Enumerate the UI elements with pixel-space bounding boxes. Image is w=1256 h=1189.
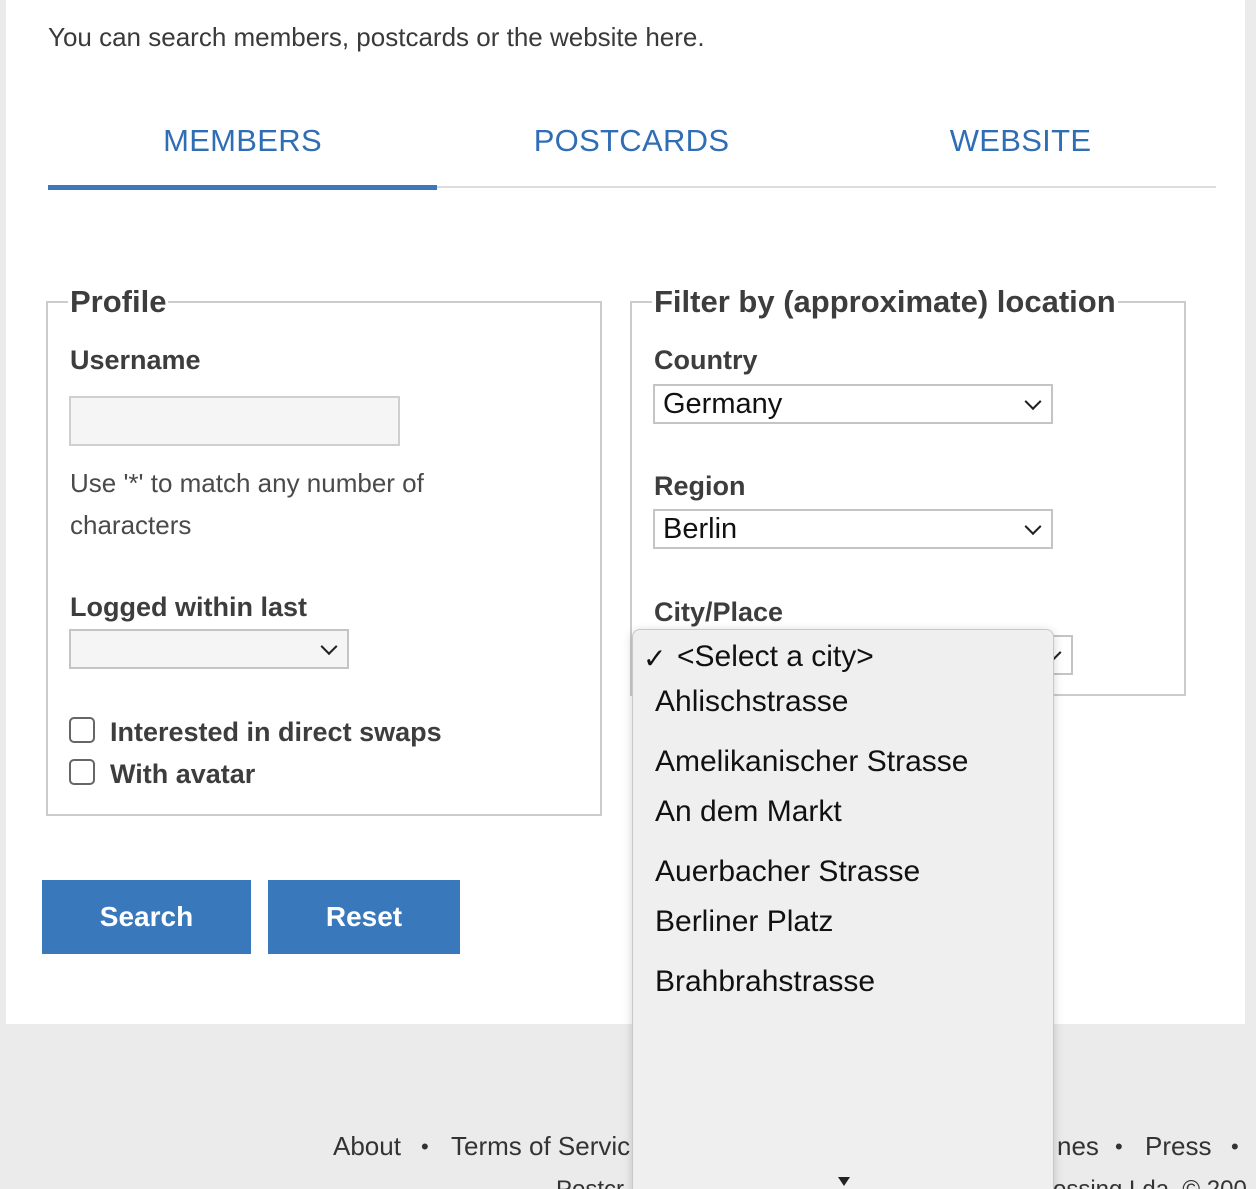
intro-text: You can search members, postcards or the…: [48, 22, 705, 52]
city-option[interactable]: Berliner Platz: [655, 905, 833, 939]
footer-separator: •: [1231, 1134, 1239, 1159]
direct-swaps-checkbox[interactable]: [69, 717, 95, 743]
chevron-down-icon: [1024, 393, 1042, 411]
tab-members[interactable]: MEMBERS: [48, 100, 437, 190]
country-value: Germany: [663, 387, 783, 420]
city-option-placeholder[interactable]: <Select a city>: [677, 640, 874, 674]
country-select[interactable]: Germany: [653, 384, 1053, 424]
city-option[interactable]: Ahlischstrasse: [655, 685, 848, 719]
city-option[interactable]: An dem Markt: [655, 795, 842, 829]
username-help-line2: characters: [70, 510, 192, 540]
scroll-down-arrow-icon[interactable]: [838, 1177, 850, 1186]
search-button[interactable]: Search: [42, 880, 251, 954]
footer-guidelines-link[interactable]: nes: [1057, 1131, 1099, 1162]
username-help-line1: Use '*' to match any number of: [70, 468, 424, 498]
region-label: Region: [654, 471, 746, 501]
footer-copyright-text: rossing Lda. © 200: [1045, 1176, 1247, 1189]
city-option[interactable]: Brahbrahstrasse: [655, 965, 875, 999]
direct-swaps-label: Interested in direct swaps: [110, 717, 442, 747]
location-legend: Filter by (approximate) location: [654, 284, 1116, 319]
with-avatar-label: With avatar: [110, 759, 256, 789]
username-input[interactable]: [69, 396, 400, 446]
main-panel: You can search members, postcards or the…: [6, 0, 1245, 1024]
chevron-down-icon: [1024, 518, 1042, 536]
logged-within-select[interactable]: [69, 629, 349, 669]
footer-separator: •: [421, 1134, 429, 1159]
region-select[interactable]: Berlin: [653, 509, 1053, 549]
footer-line2-left-text: Postcr: [556, 1176, 624, 1189]
logged-within-label: Logged within last: [70, 592, 307, 622]
footer-press-link[interactable]: Press: [1145, 1131, 1211, 1162]
with-avatar-checkbox[interactable]: [69, 759, 95, 785]
tab-postcards[interactable]: POSTCARDS: [437, 100, 826, 188]
city-option[interactable]: Auerbacher Strasse: [655, 855, 920, 889]
city-dropdown-menu[interactable]: ✓ <Select a city> Ahlischstrasse Amelika…: [632, 629, 1054, 1189]
footer-terms-link[interactable]: Terms of Servic: [451, 1131, 630, 1162]
country-label: Country: [654, 345, 758, 375]
footer-line2-left: Postcr: [556, 1176, 636, 1189]
profile-legend: Profile: [70, 284, 167, 319]
footer-separator: •: [1115, 1134, 1123, 1159]
region-value: Berlin: [663, 512, 738, 545]
search-tabs: MEMBERS POSTCARDS WEBSITE: [48, 100, 1216, 190]
reset-button[interactable]: Reset: [268, 880, 460, 954]
city-option[interactable]: Amelikanischer Strasse: [655, 745, 968, 779]
chevron-down-icon: [320, 638, 338, 656]
footer-about-link[interactable]: About: [333, 1131, 401, 1162]
city-label: City/Place: [654, 597, 784, 627]
username-label: Username: [70, 345, 201, 375]
footer-line2-right: rossing Lda. © 200: [1045, 1176, 1256, 1189]
tab-website[interactable]: WEBSITE: [826, 100, 1215, 188]
checkmark-icon: ✓: [643, 643, 667, 674]
